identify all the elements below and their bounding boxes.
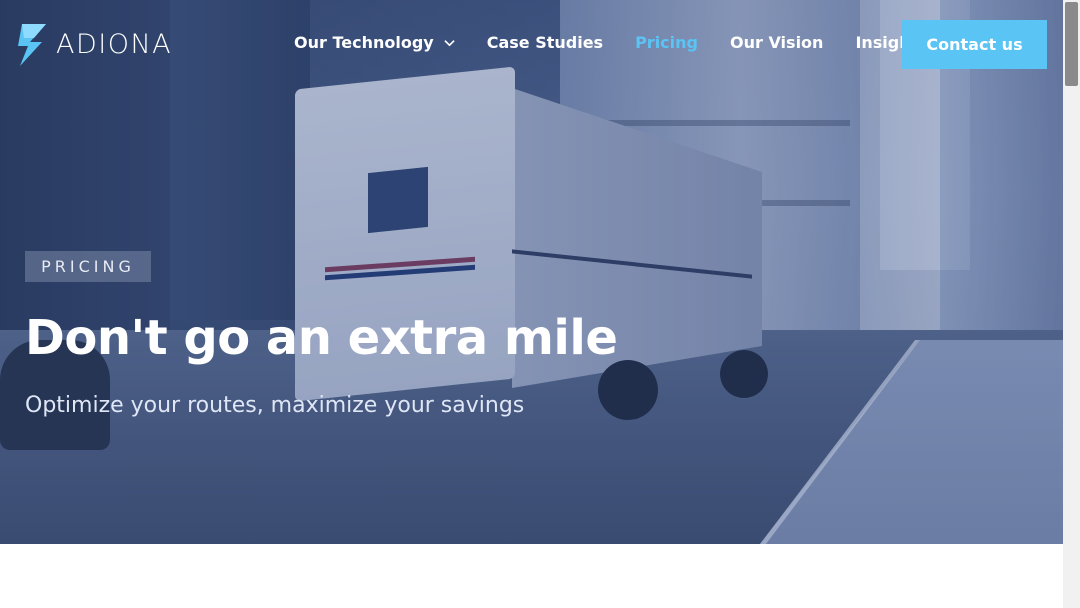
adiona-logo-icon [18, 24, 46, 66]
section-tag: PRICING [25, 251, 151, 282]
nav-item-label: Case Studies [486, 33, 604, 52]
nav-item-pricing[interactable]: Pricing [635, 33, 698, 52]
nav-item-our-technology[interactable]: Our Technology [294, 33, 455, 52]
nav-item-label: Our Vision [730, 33, 824, 52]
brand-logo[interactable]: ADIONA [16, 20, 172, 68]
hero-subheadline: Optimize your routes, maximize your savi… [25, 393, 525, 418]
contact-us-button[interactable]: Contact us [902, 20, 1047, 69]
brand-name: ADIONA [56, 28, 173, 60]
page-scrollbar[interactable] [1063, 0, 1080, 608]
nav-item-label: Our Technology [294, 33, 434, 52]
nav-item-our-vision[interactable]: Our Vision [730, 33, 823, 52]
nav-item-label: Pricing [635, 33, 698, 52]
hero-headline: Don't go an extra mile [25, 310, 618, 366]
chevron-down-icon [444, 40, 455, 47]
hero-section: ADIONA Our Technology Case Studies Prici… [0, 0, 1063, 544]
main-nav: Our Technology Case Studies Pricing Our … [294, 33, 981, 52]
nav-item-case-studies[interactable]: Case Studies [487, 33, 603, 52]
scrollbar-thumb[interactable] [1065, 2, 1078, 86]
hero-overlay [0, 0, 1063, 544]
